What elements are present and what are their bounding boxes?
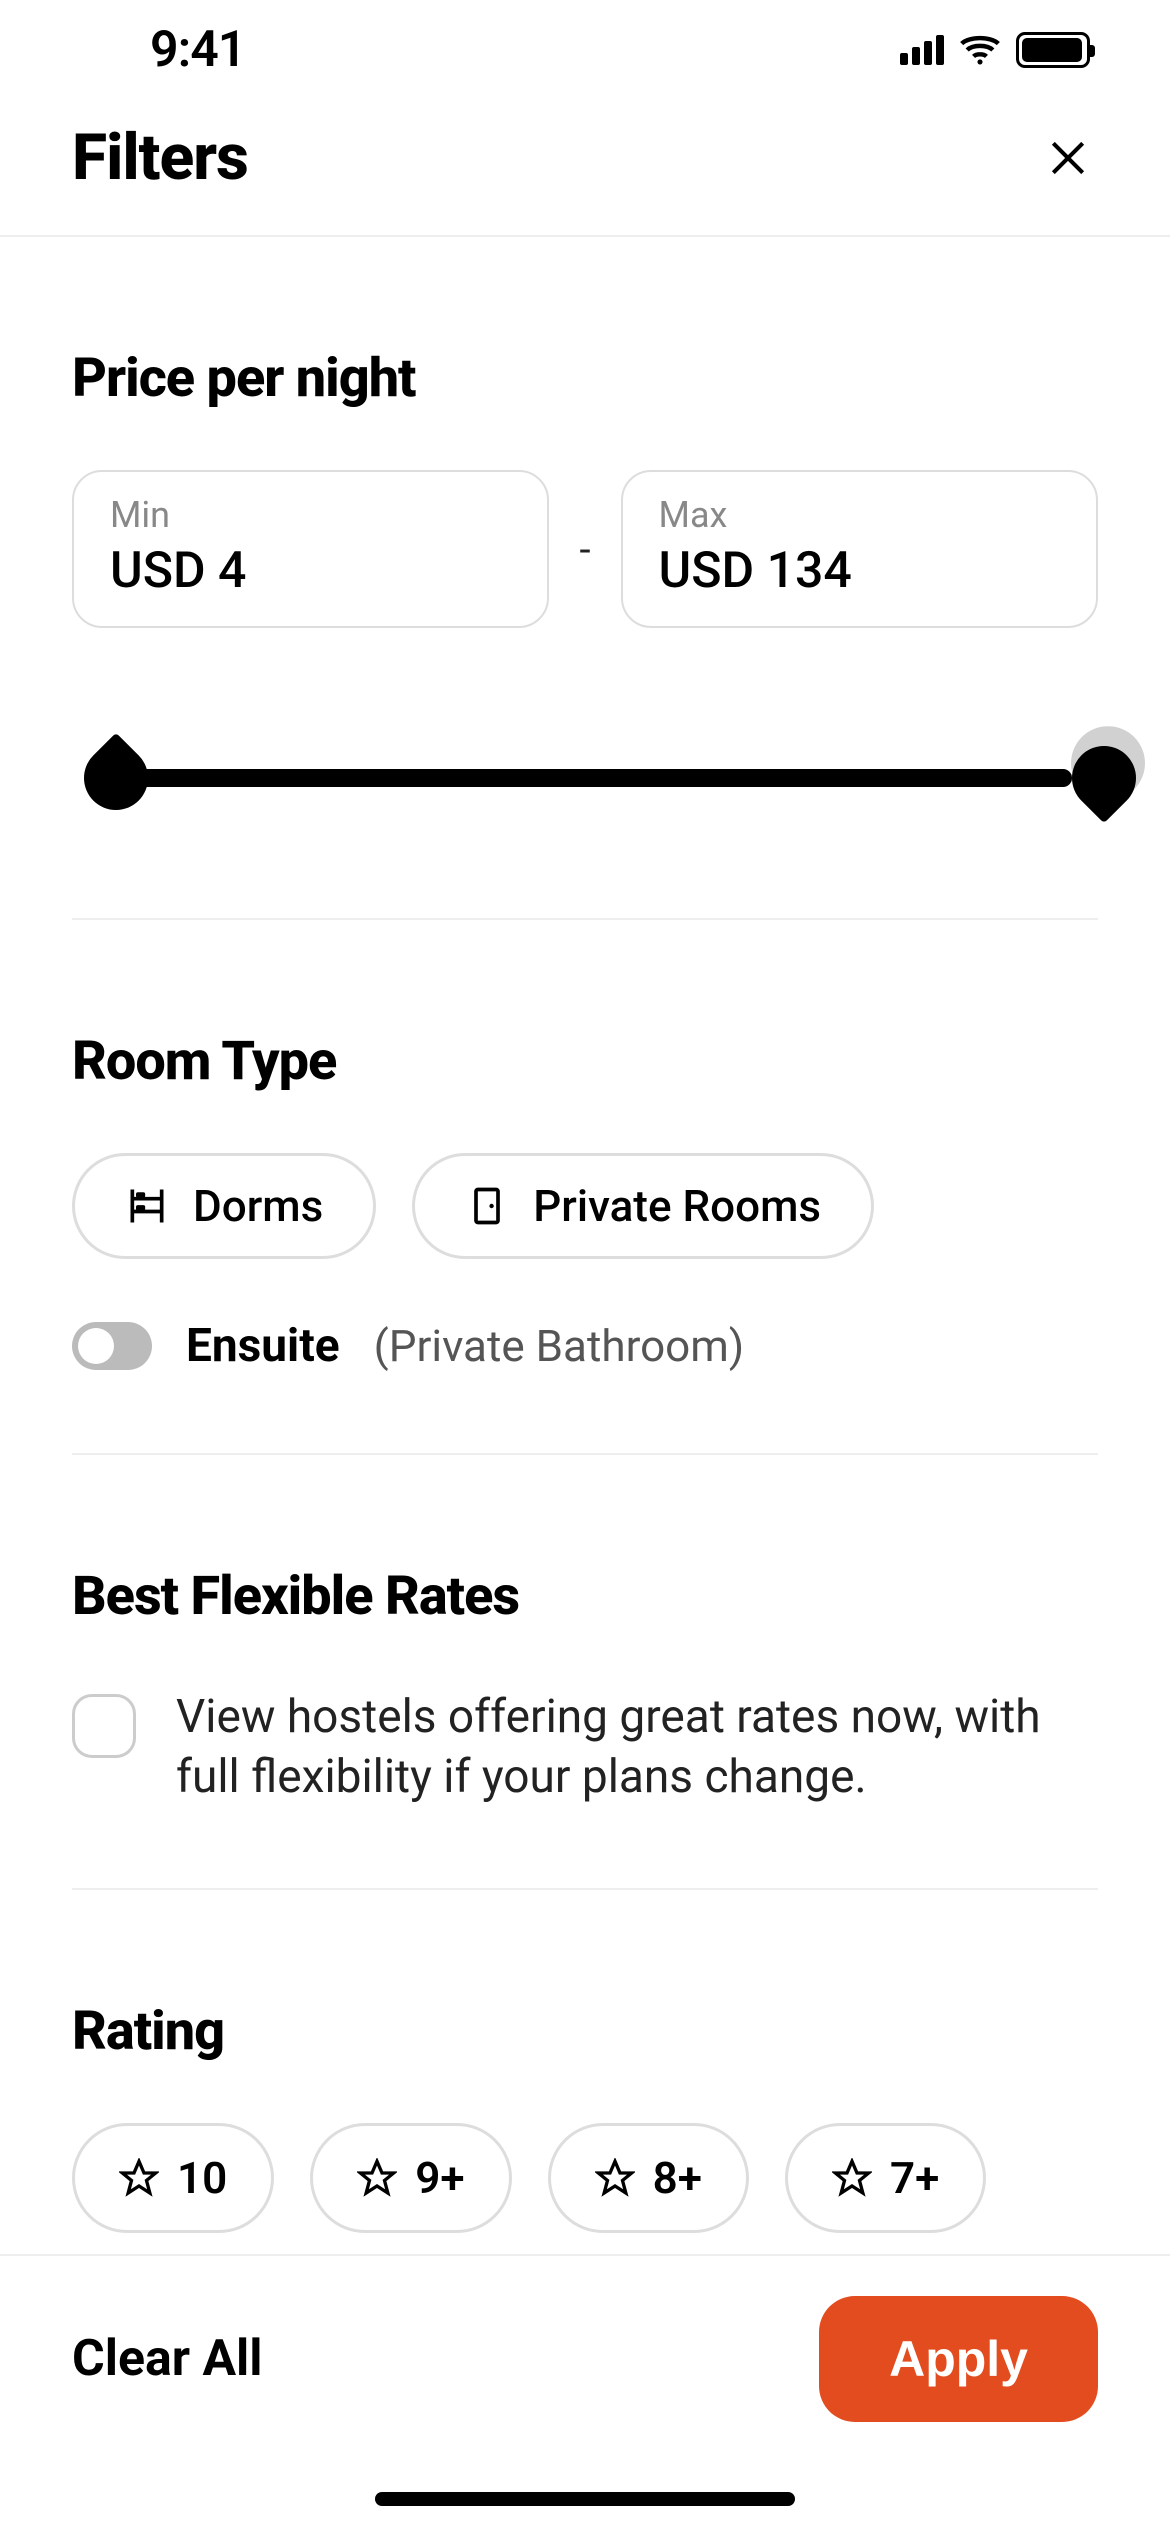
- price-section: Price per night Min USD 4 - Max USD 134: [72, 237, 1098, 920]
- close-icon: [1046, 136, 1090, 180]
- page-title: Filters: [72, 120, 248, 195]
- price-max-value: USD 134: [659, 542, 1060, 600]
- ensuite-sublabel: (Private Bathroom): [374, 1320, 745, 1372]
- filters-header: Filters: [0, 100, 1170, 237]
- cellular-signal-icon: [900, 35, 944, 65]
- ensuite-label: Ensuite: [186, 1319, 340, 1373]
- flexible-rates-checkbox[interactable]: [72, 1694, 136, 1758]
- wifi-icon: [958, 28, 1002, 72]
- rating-label: 10: [177, 2152, 227, 2204]
- bunk-bed-icon: [125, 1184, 169, 1228]
- close-button[interactable]: [1038, 128, 1098, 188]
- status-icons: [900, 28, 1100, 72]
- room-type-section: Room Type Dorms: [72, 920, 1098, 1455]
- price-range-slider[interactable]: [72, 718, 1098, 838]
- rating-label: 9+: [415, 2152, 464, 2204]
- room-type-chip-private[interactable]: Private Rooms: [412, 1153, 874, 1259]
- flexible-rates-section: Best Flexible Rates View hostels offerin…: [72, 1455, 1098, 1890]
- rating-label: 7+: [890, 2152, 939, 2204]
- chip-label: Dorms: [193, 1180, 323, 1232]
- price-max-input[interactable]: Max USD 134: [621, 470, 1098, 628]
- apply-button[interactable]: Apply: [819, 2296, 1098, 2422]
- ensuite-toggle[interactable]: [72, 1322, 152, 1370]
- rating-chip-10[interactable]: 10: [72, 2123, 274, 2233]
- filters-content: Price per night Min USD 4 - Max USD 134: [0, 237, 1170, 2532]
- price-separator: -: [579, 526, 590, 573]
- slider-thumb-min[interactable]: [71, 733, 162, 824]
- rating-chip-8[interactable]: 8+: [548, 2123, 749, 2233]
- slider-range: [102, 769, 1072, 787]
- price-max-label: Max: [659, 494, 1060, 536]
- rating-title: Rating: [72, 2000, 1098, 2063]
- price-min-input[interactable]: Min USD 4: [72, 470, 549, 628]
- star-icon: [119, 2158, 159, 2198]
- toggle-knob: [78, 1328, 114, 1364]
- star-icon: [595, 2158, 635, 2198]
- star-icon: [832, 2158, 872, 2198]
- rating-chip-9[interactable]: 9+: [310, 2123, 511, 2233]
- flexible-rates-title: Best Flexible Rates: [72, 1565, 1098, 1628]
- status-time: 9:41: [70, 21, 245, 79]
- rating-chip-7[interactable]: 7+: [785, 2123, 986, 2233]
- door-icon: [465, 1184, 509, 1228]
- price-title: Price per night: [72, 347, 1098, 410]
- status-bar: 9:41: [0, 0, 1170, 100]
- price-min-value: USD 4: [110, 542, 511, 600]
- filters-footer: Clear All Apply: [0, 2254, 1170, 2532]
- star-icon: [357, 2158, 397, 2198]
- home-indicator[interactable]: [375, 2492, 795, 2506]
- clear-all-button[interactable]: Clear All: [72, 2330, 263, 2388]
- chip-label: Private Rooms: [533, 1180, 821, 1232]
- flexible-rates-description: View hostels offering great rates now, w…: [176, 1688, 1098, 1808]
- room-type-chip-dorms[interactable]: Dorms: [72, 1153, 376, 1259]
- price-min-label: Min: [110, 494, 511, 536]
- battery-icon: [1016, 32, 1090, 68]
- room-type-title: Room Type: [72, 1030, 1098, 1093]
- rating-label: 8+: [653, 2152, 702, 2204]
